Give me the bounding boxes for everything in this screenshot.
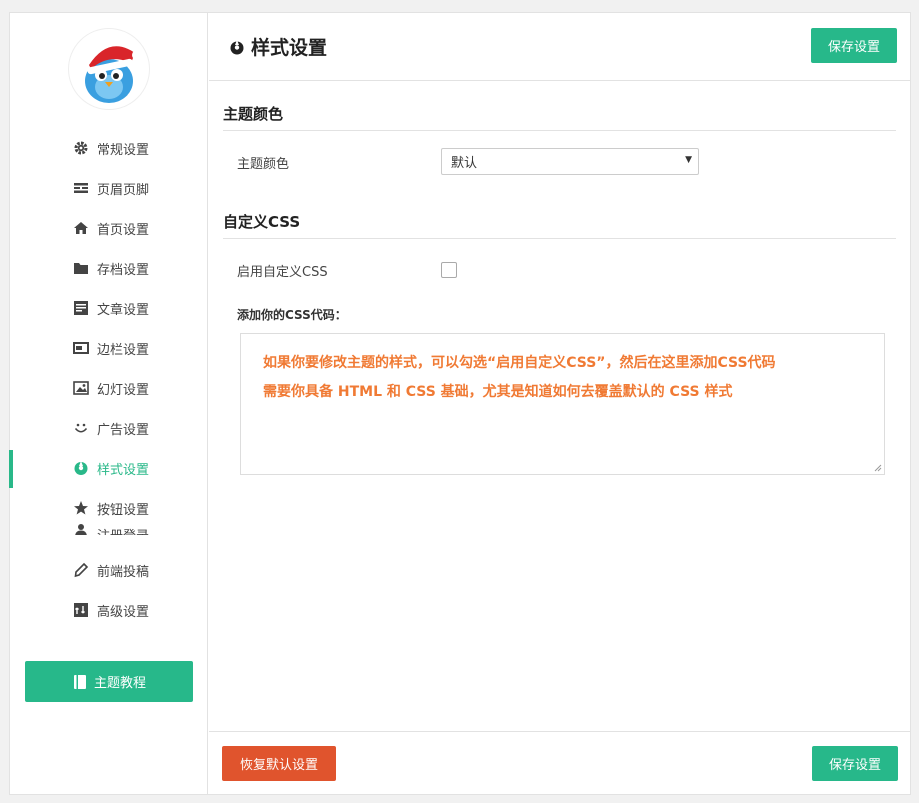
avatar: [68, 28, 150, 110]
home-icon: [72, 219, 90, 237]
sidebar-item-label: 常规设置: [97, 142, 150, 158]
sidebar-item-register[interactable]: 注册登录: [10, 513, 207, 535]
sidebar-item-home[interactable]: 首页设置: [10, 208, 207, 248]
article-icon: [72, 299, 90, 317]
css-hint-line: 需要你具备 HTML 和 CSS 基础，尤其是知道如何去覆盖默认的 CSS 样式: [263, 384, 733, 400]
smile-icon: [72, 419, 90, 437]
sidebar-item-style[interactable]: 样式设置: [9, 448, 207, 488]
page-title-text: 样式设置: [251, 37, 328, 59]
user-icon: [72, 521, 90, 535]
sidebar-item-label: 广告设置: [97, 422, 150, 438]
page-title: 样式设置: [229, 33, 327, 60]
page-header: 样式设置 保存设置: [209, 13, 910, 81]
sidebar-icon: [72, 339, 90, 357]
slides-icon: [72, 379, 90, 397]
theme-color-select[interactable]: 默认 ▼: [441, 148, 699, 175]
palette-icon: [72, 459, 90, 477]
sidebar-item-archive[interactable]: 存档设置: [10, 248, 207, 288]
sidebar-item-label: 存档设置: [97, 262, 150, 278]
enable-custom-css-label: 启用自定义CSS: [237, 265, 328, 280]
advanced-icon: [72, 601, 90, 619]
sidebar-item-label: 页眉页脚: [97, 182, 150, 198]
sidebar-item-label: 前端投稿: [97, 564, 150, 580]
resize-grip-icon[interactable]: [874, 464, 882, 472]
settings-panel: 常规设置 页眉页脚 首页设置 存档设置 文章设置 边栏设置 幻灯设置 广告设置 …: [9, 12, 911, 795]
enable-custom-css-checkbox[interactable]: [441, 262, 457, 278]
theme-color-label: 主题颜色: [237, 157, 290, 172]
sidebar-item-header-footer[interactable]: 页眉页脚: [10, 168, 207, 208]
header-footer-icon: [72, 179, 90, 197]
folder-icon: [72, 259, 90, 277]
theme-tutorial-button[interactable]: 主题教程: [25, 661, 193, 702]
css-code-textarea[interactable]: 如果你要修改主题的样式，可以勾选“启用自定义CSS”，然后在这里添加CSS代码 …: [240, 333, 885, 475]
section-title-theme-color: 主题颜色: [223, 103, 896, 131]
theme-color-selected: 默认: [451, 156, 478, 171]
page-footer: 恢复默认设置 保存设置: [209, 731, 910, 795]
save-button-bottom[interactable]: 保存设置: [812, 746, 898, 781]
pencil-icon: [72, 561, 90, 579]
sidebar-item-frontend-post[interactable]: 前端投稿: [10, 550, 207, 590]
sidebar-item-slides[interactable]: 幻灯设置: [10, 368, 207, 408]
sidebar-item-ads[interactable]: 广告设置: [10, 408, 207, 448]
sidebar-item-label: 幻灯设置: [97, 382, 150, 398]
section-title-custom-css: 自定义CSS: [223, 211, 896, 239]
gear-icon: [72, 139, 90, 157]
css-code-label: 添加你的CSS代码：: [237, 308, 347, 322]
sidebar-item-article[interactable]: 文章设置: [10, 288, 207, 328]
tutorial-label: 主题教程: [93, 676, 146, 691]
palette-icon: [229, 39, 245, 55]
css-hint-line: 如果你要修改主题的样式，可以勾选“启用自定义CSS”，然后在这里添加CSS代码: [263, 355, 776, 371]
sidebar-item-label: 首页设置: [97, 222, 150, 238]
sidebar: 常规设置 页眉页脚 首页设置 存档设置 文章设置 边栏设置 幻灯设置 广告设置 …: [9, 13, 208, 794]
save-button-top[interactable]: 保存设置: [811, 28, 897, 63]
sidebar-item-sidebar[interactable]: 边栏设置: [10, 328, 207, 368]
chevron-down-icon: ▼: [685, 155, 692, 165]
main-content: 样式设置 保存设置 主题颜色 主题颜色 默认 ▼ 自定义CSS 启用自定义CSS…: [209, 13, 910, 794]
reset-defaults-button[interactable]: 恢复默认设置: [222, 746, 336, 781]
sidebar-item-label: 文章设置: [97, 302, 150, 318]
sidebar-item-advanced[interactable]: 高级设置: [10, 590, 207, 630]
sidebar-item-label: 注册登录: [97, 525, 149, 535]
sidebar-item-label: 边栏设置: [97, 342, 150, 358]
sidebar-item-general[interactable]: 常规设置: [10, 128, 207, 168]
book-icon: [72, 674, 88, 690]
sidebar-item-label: 样式设置: [97, 462, 150, 478]
sidebar-item-label: 高级设置: [97, 604, 150, 620]
